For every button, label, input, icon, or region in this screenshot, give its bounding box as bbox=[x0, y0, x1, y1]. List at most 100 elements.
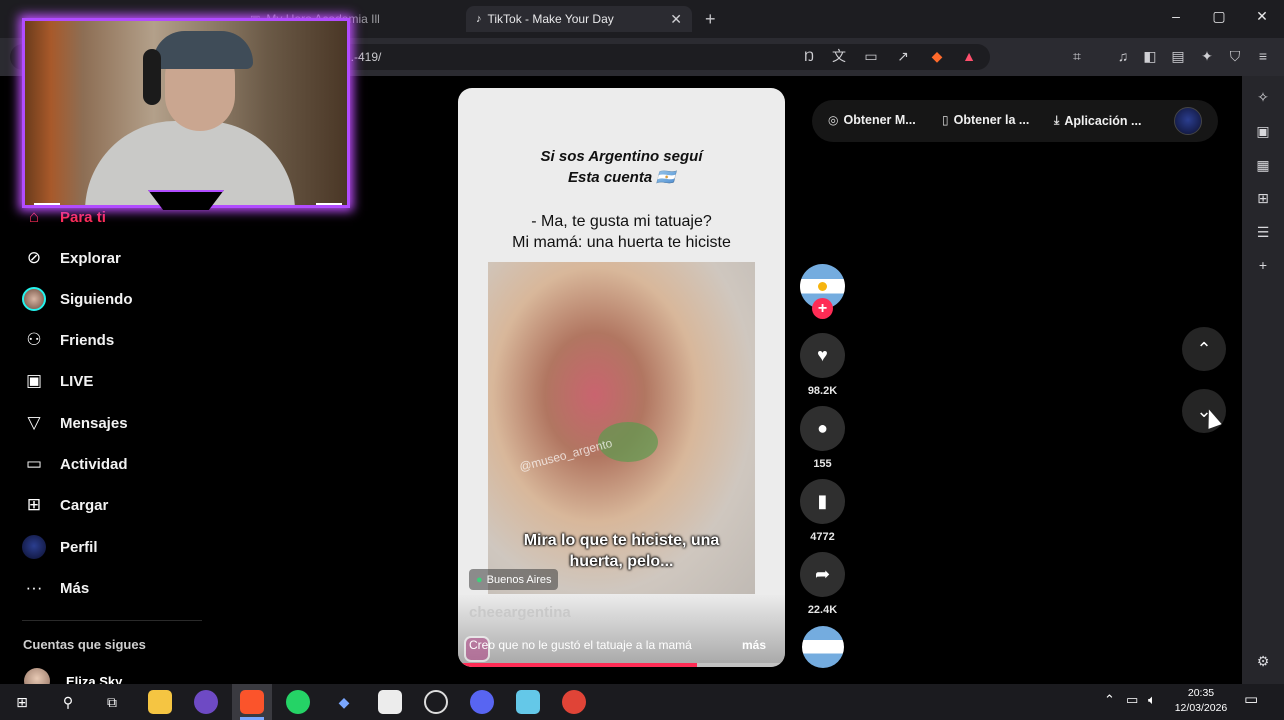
brave-shields-icon[interactable]: ◆ bbox=[928, 47, 946, 65]
previous-video-button[interactable]: ⌃ bbox=[1182, 327, 1226, 371]
chrome-icon[interactable] bbox=[562, 690, 586, 714]
sidebar-toggle-icon[interactable]: ◧ bbox=[1141, 47, 1159, 65]
sidebar-settings-icon[interactable]: ⚙ bbox=[1254, 652, 1272, 670]
music-disc[interactable] bbox=[802, 626, 844, 668]
bookmark-icon: ▮ bbox=[817, 491, 828, 511]
reader-off-icon[interactable]: Ŋ bbox=[800, 47, 818, 65]
nav-label: Cargar bbox=[60, 496, 109, 514]
nav-item-actividad[interactable]: ▭ Actividad bbox=[22, 452, 128, 476]
compass-icon: ⊘ bbox=[26, 248, 42, 267]
share-icon[interactable]: ↗ bbox=[894, 47, 912, 65]
maximize-button[interactable]: ▢ bbox=[1204, 8, 1234, 25]
task-view-icon[interactable]: ⧉ bbox=[100, 690, 124, 714]
screenshot-icon[interactable]: ⌗ bbox=[1068, 47, 1086, 65]
description-more-link[interactable]: más bbox=[742, 638, 766, 652]
nav-item-perfil[interactable]: Perfil bbox=[22, 535, 98, 559]
calendar-app-icon[interactable] bbox=[378, 690, 402, 714]
video-caption-line1: Mira lo que te hiciste, una bbox=[523, 532, 720, 549]
nav-item-explorar[interactable]: ⊘ Explorar bbox=[22, 246, 121, 270]
whatsapp-icon[interactable] bbox=[286, 690, 310, 714]
video-text-line2: Mi mamá: una huerta te hiciste bbox=[512, 234, 731, 251]
live-icon: ▣ bbox=[25, 371, 43, 390]
chat-app-icon[interactable] bbox=[194, 690, 218, 714]
leo-ai-icon[interactable]: ✦ bbox=[1198, 47, 1216, 65]
nav-label: LIVE bbox=[60, 372, 94, 390]
nav-label: Friends bbox=[60, 331, 115, 349]
wallet-icon[interactable]: ▤ bbox=[1169, 47, 1187, 65]
nav-item-live[interactable]: ▣ LIVE bbox=[22, 369, 93, 393]
heart-icon: ♥ bbox=[817, 345, 828, 365]
video-title-line1: Si sos Argentino seguí bbox=[540, 148, 703, 165]
nav-label: Siguiendo bbox=[60, 290, 133, 308]
tab-tiktok[interactable]: ♪ TikTok - Make Your Day ✕ bbox=[466, 6, 692, 32]
close-window-button[interactable]: ✕ bbox=[1247, 8, 1277, 25]
reading-list-icon[interactable]: ☰ bbox=[1254, 223, 1272, 241]
nav-item-mas[interactable]: ··· Más bbox=[22, 576, 90, 600]
volume-icon[interactable]: 🔈︎ bbox=[1148, 692, 1156, 708]
save-count: 4772 bbox=[810, 531, 835, 543]
profile-avatar-button[interactable] bbox=[1174, 107, 1202, 135]
following-heading: Cuentas que sigues bbox=[23, 637, 146, 652]
brave-browser-icon[interactable] bbox=[240, 690, 264, 714]
nav-item-siguiendo[interactable]: Siguiendo bbox=[22, 287, 133, 311]
nav-label: Mensajes bbox=[60, 414, 128, 432]
tab-close-icon[interactable]: ✕ bbox=[670, 11, 682, 28]
app-diamond-icon[interactable]: ◆ bbox=[332, 690, 356, 714]
more-icon: ··· bbox=[25, 578, 43, 597]
discord-icon[interactable] bbox=[470, 690, 494, 714]
speedometer-icon[interactable] bbox=[424, 690, 448, 714]
windows-start-icon[interactable]: ⊞ bbox=[10, 690, 34, 714]
video-progress-bar[interactable] bbox=[458, 663, 785, 667]
menu-icon[interactable]: ≡ bbox=[1254, 47, 1272, 65]
location-badge[interactable]: ● Buenos Aires bbox=[469, 569, 559, 590]
get-app-chip[interactable]: ▯ Obtener la ... bbox=[942, 113, 1029, 127]
translate-icon[interactable]: 文 bbox=[830, 47, 848, 65]
nav-item-mensajes[interactable]: ▽ Mensajes bbox=[22, 411, 128, 435]
new-tab-button[interactable]: + bbox=[705, 9, 716, 30]
add-panel-icon[interactable]: + bbox=[1254, 256, 1272, 274]
comment-icon: ● bbox=[817, 418, 828, 438]
get-coins-chip[interactable]: ◎ Obtener M... bbox=[828, 113, 916, 127]
file-explorer-icon[interactable] bbox=[148, 690, 172, 714]
search-icon[interactable]: ⚲ bbox=[56, 690, 80, 714]
like-button[interactable]: ♥ bbox=[800, 333, 845, 378]
comment-button[interactable]: ● bbox=[800, 406, 845, 451]
location-pin-icon: ● bbox=[476, 573, 483, 586]
video-player[interactable]: Si sos Argentino seguí Esta cuenta 🇦🇷 - … bbox=[458, 88, 785, 667]
activity-icon: ▭ bbox=[25, 454, 43, 473]
notifications-icon[interactable]: ▭ bbox=[1244, 690, 1258, 708]
video-text-line1: - Ma, te gusta mi tatuaje? bbox=[531, 213, 712, 230]
video-author[interactable]: cheeargentina bbox=[469, 604, 571, 621]
minimize-button[interactable]: – bbox=[1161, 8, 1191, 24]
download-icon: ⤓ bbox=[1054, 113, 1060, 127]
nav-item-friends[interactable]: ⚇ Friends bbox=[22, 328, 114, 352]
notes-app-icon[interactable] bbox=[516, 690, 540, 714]
upload-icon: ⊞ bbox=[26, 495, 42, 514]
cast-icon[interactable]: ▭ bbox=[862, 47, 880, 65]
share-button[interactable]: ➦ bbox=[800, 552, 845, 597]
webcam-frame-accent bbox=[34, 203, 60, 205]
chevron-up-icon: ⌃ bbox=[1196, 338, 1212, 359]
location-label: Buenos Aires bbox=[486, 573, 552, 586]
leo-sidebar-icon[interactable]: ✧ bbox=[1254, 88, 1272, 106]
bookmarks-icon[interactable]: ⊞ bbox=[1254, 189, 1272, 207]
wallet-sidebar-icon[interactable]: ▦ bbox=[1254, 156, 1272, 174]
brave-rewards-icon[interactable]: ▲ bbox=[960, 47, 978, 65]
webcam-frame-accent bbox=[316, 203, 342, 205]
taskbar-clock[interactable]: 20:35 12/03/2026 bbox=[1170, 686, 1232, 716]
playlist-icon[interactable]: ▣ bbox=[1254, 122, 1272, 140]
vpn-icon[interactable]: ⛉ bbox=[1226, 47, 1244, 65]
nav-item-para-ti[interactable]: ⌂ Para ti bbox=[22, 205, 106, 229]
send-icon: ▽ bbox=[27, 413, 41, 432]
desktop-app-chip[interactable]: ⤓ Aplicación ... bbox=[1054, 113, 1141, 128]
network-icon[interactable]: ▭ bbox=[1126, 692, 1138, 708]
follow-plus-button[interactable]: + bbox=[812, 298, 833, 319]
clock-time: 20:35 bbox=[1187, 687, 1215, 699]
video-progress-fill bbox=[458, 663, 697, 667]
tray-chevron-icon[interactable]: ⌃ bbox=[1104, 692, 1115, 708]
media-icon[interactable]: ♫ bbox=[1114, 47, 1132, 65]
nav-item-cargar[interactable]: ⊞ Cargar bbox=[22, 493, 108, 517]
nav-label: Explorar bbox=[60, 249, 121, 267]
friends-icon: ⚇ bbox=[26, 330, 42, 349]
save-button[interactable]: ▮ bbox=[800, 479, 845, 524]
